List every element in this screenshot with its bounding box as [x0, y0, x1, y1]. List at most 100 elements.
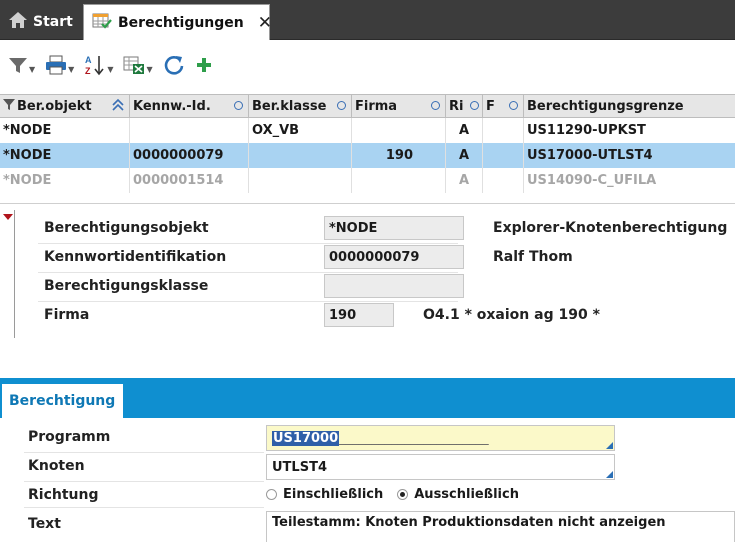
grid-header: Ber.objekt Kennw.-Id. Ber.klasse Firma R… — [0, 94, 735, 118]
cell-f — [483, 143, 524, 168]
field-kennwortidentifikation: 0000000079 — [324, 245, 464, 269]
column-header-kennw-id[interactable]: Kennw.-Id. — [130, 95, 249, 117]
column-label: Ber.klasse — [252, 98, 327, 114]
label-programm: Programm — [28, 429, 111, 445]
chevron-down-icon: ▼ — [146, 64, 153, 74]
lookup-corner-icon[interactable] — [606, 471, 613, 478]
filter-button[interactable]: ▼ — [8, 53, 35, 81]
cell-kennw-id: 0000001514 — [130, 168, 249, 193]
row-divider — [24, 452, 264, 453]
field-berechtigungsobjekt: *NODE — [324, 216, 464, 240]
cell-berklasse — [249, 143, 352, 168]
programm-input-mask: _______________________ — [339, 430, 489, 446]
column-label: Firma — [355, 98, 398, 114]
toolbar: ▼ ▼ A Z ▼ ▼ — [0, 41, 735, 93]
row-divider — [24, 507, 264, 508]
row-divider — [38, 301, 458, 302]
radio-einschliesslich[interactable] — [266, 488, 277, 500]
sort-indicator-icon[interactable] — [509, 101, 518, 110]
cell-kennw-id — [130, 118, 249, 143]
cell-berklasse: OX_VB — [249, 118, 352, 143]
field-firma: 190 — [324, 303, 394, 327]
cell-berobjekt: *NODE — [0, 143, 130, 168]
filter-icon — [3, 98, 15, 115]
cell-f — [483, 168, 524, 193]
table-row[interactable]: *NODE 0000000079 190 A US17000-UTLST4 — [0, 143, 735, 168]
programm-input[interactable]: US17000 _______________________ — [266, 425, 615, 451]
column-header-berobjekt[interactable]: Ber.objekt — [0, 95, 130, 117]
refresh-icon — [163, 54, 185, 80]
chevron-down-icon: ▼ — [29, 64, 36, 74]
table-row[interactable]: *NODE 0000001514 A US14090-C_UFILA — [0, 168, 735, 193]
sort-az-icon: A Z — [84, 54, 106, 80]
column-label: Berechtigungsgrenze — [527, 98, 684, 114]
radio-ausschliesslich-label[interactable]: Ausschließlich — [414, 487, 519, 502]
sort-indicator-icon[interactable] — [337, 101, 346, 110]
cell-firma — [352, 118, 446, 143]
filter-icon — [8, 55, 28, 79]
sort-indicator-icon[interactable] — [431, 101, 440, 110]
column-label: Ber.objekt — [17, 98, 92, 114]
cell-berklasse — [249, 168, 352, 193]
detail-separator — [0, 203, 735, 204]
svg-text:Z: Z — [85, 66, 91, 76]
print-icon — [45, 55, 67, 79]
sort-button[interactable]: A Z ▼ — [84, 53, 113, 81]
label-berechtigungsklasse: Berechtigungsklasse — [44, 278, 209, 294]
column-label: F — [486, 98, 495, 114]
cell-berechtigungsgrenze: US11290-UPKST — [527, 123, 646, 138]
add-button[interactable] — [195, 53, 213, 81]
tab-berechtigung[interactable]: Berechtigung — [2, 384, 123, 418]
chevron-down-icon: ▼ — [107, 64, 114, 74]
desc-firma: O4.1 * oxaion ag 190 * — [423, 307, 600, 323]
row-divider — [38, 272, 458, 273]
column-header-berechtigungsgrenze[interactable]: Berechtigungsgrenze — [524, 95, 735, 117]
column-header-ri[interactable]: Ri — [446, 95, 483, 117]
sort-ascending-icon[interactable] — [112, 98, 124, 116]
desc-kennwortidentifikation: Ralf Thom — [493, 249, 573, 265]
chevron-down-icon: ▼ — [68, 64, 75, 74]
text-textarea[interactable]: Teilestamm: Knoten Produktionsdaten nich… — [266, 511, 735, 542]
tab-berechtigungen[interactable]: Berechtigungen ✕ — [83, 4, 272, 40]
detail-bracket — [14, 210, 15, 338]
close-icon[interactable]: ✕ — [258, 13, 272, 33]
column-label: Kennw.-Id. — [133, 98, 211, 114]
column-header-f[interactable]: F — [483, 95, 524, 117]
row-divider — [38, 243, 458, 244]
radio-ausschliesslich[interactable] — [397, 488, 409, 500]
column-header-firma[interactable]: Firma — [352, 95, 446, 117]
label-kennwortidentifikation: Kennwortidentifikation — [44, 249, 227, 265]
column-label: Ri — [449, 98, 464, 114]
label-richtung: Richtung — [28, 487, 99, 503]
cell-f — [483, 118, 524, 143]
tab-bar: Start Berechtigungen ✕ — [0, 0, 735, 40]
lookup-corner-icon[interactable] — [606, 442, 613, 449]
field-berechtigungsklasse — [324, 274, 464, 298]
sort-indicator-icon[interactable] — [234, 101, 243, 110]
add-icon — [195, 56, 213, 78]
permissions-grid: Ber.objekt Kennw.-Id. Ber.klasse Firma R… — [0, 94, 735, 193]
collapse-toggle-icon[interactable] — [3, 214, 13, 220]
label-berechtigungsobjekt: Berechtigungsobjekt — [44, 220, 209, 236]
print-button[interactable]: ▼ — [45, 53, 74, 81]
cell-ri: A — [446, 143, 483, 168]
cell-ri: A — [446, 168, 483, 193]
export-excel-icon — [123, 55, 145, 79]
cell-berobjekt: *NODE — [0, 118, 130, 143]
knoten-input[interactable]: UTLST4 — [266, 454, 615, 480]
knoten-value: UTLST4 — [272, 459, 327, 475]
cell-berechtigungsgrenze: US17000-UTLST4 — [527, 148, 653, 163]
table-row[interactable]: *NODE OX_VB A US11290-UPKST — [0, 118, 735, 143]
export-button[interactable]: ▼ — [123, 53, 153, 81]
column-header-berklasse[interactable]: Ber.klasse — [249, 95, 352, 117]
label-knoten: Knoten — [28, 458, 85, 474]
radio-einschliesslich-label[interactable]: Einschließlich — [283, 487, 383, 502]
label-text: Text — [28, 516, 61, 532]
cell-ri: A — [446, 118, 483, 143]
sort-indicator-icon[interactable] — [470, 101, 479, 110]
tab-berechtigungen-label: Berechtigungen — [118, 14, 244, 31]
tab-start[interactable]: Start — [0, 4, 80, 40]
richtung-radio-group: Einschließlich Ausschließlich — [266, 484, 519, 504]
refresh-button[interactable] — [163, 53, 185, 81]
row-divider — [24, 481, 264, 482]
